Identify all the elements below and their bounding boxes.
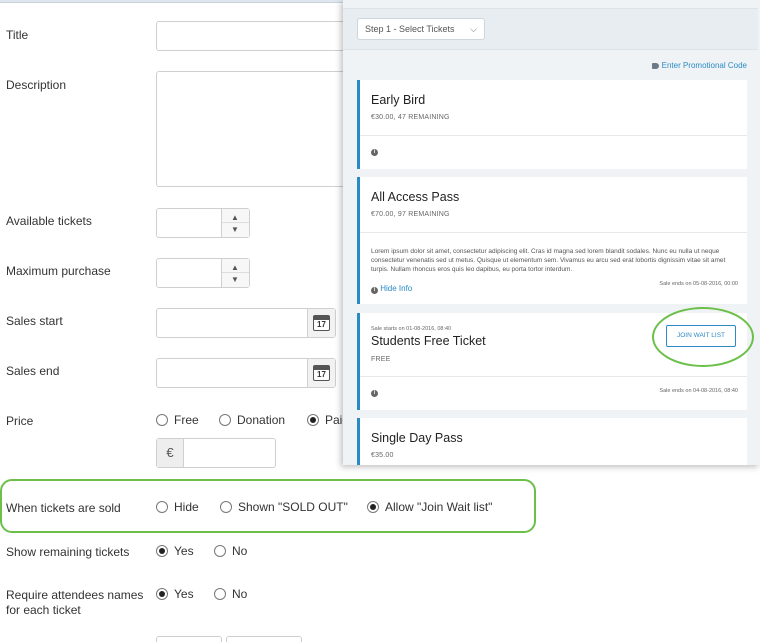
cut-off-input[interactable] [156,636,222,642]
form-top-border [0,0,350,3]
ticket-name: Early Bird [371,93,426,107]
radio-selected-icon[interactable] [367,501,379,513]
ticket-price: €30.00, 47 REMAINING [371,114,450,121]
ticket-name: Students Free Ticket [371,334,486,348]
radio-icon[interactable] [156,501,168,513]
price-amount-input[interactable]: € [156,438,276,468]
promo-code-link[interactable]: Enter Promotional Code [651,61,747,70]
description-label: Description [6,78,67,92]
card-divider [360,232,747,233]
radio-icon[interactable] [156,414,168,426]
ticket-name: All Access Pass [371,190,460,204]
require-names-option-no[interactable]: No [214,587,247,601]
maximum-purchase-stepper[interactable]: ▲ ▼ [156,258,250,288]
title-label: Title [6,28,29,42]
radio-icon[interactable] [219,414,231,426]
show-remaining-option-no[interactable]: No [214,544,247,558]
card-divider [360,135,747,136]
ticket-price: FREE [371,356,391,363]
radio-selected-icon[interactable] [156,545,168,557]
available-tickets-label: Available tickets [6,214,92,228]
radio-icon[interactable] [214,545,226,557]
radio-selected-icon[interactable] [156,588,168,600]
price-option-donation[interactable]: Donation [219,413,285,427]
decrement-arrow-icon[interactable]: ▼ [231,276,239,284]
increment-arrow-icon[interactable]: ▲ [231,214,239,222]
ticket-name: Single Day Pass [371,431,463,445]
stepper-buttons[interactable]: ▲ ▼ [221,209,249,237]
radio-icon[interactable] [214,588,226,600]
sales-end-label: Sales end [6,364,60,378]
calendar-icon: 17 [313,365,330,381]
available-tickets-stepper[interactable]: ▲ ▼ [156,208,250,238]
when-sold-label: When tickets are sold [6,501,121,515]
info-icon[interactable]: i [371,390,378,397]
euro-currency-addon: € [157,439,184,467]
maximum-purchase-label: Maximum purchase [6,264,111,278]
ticket-price: €35.00 [371,452,394,459]
sale-ends-text: Sale ends on 05-08-2016, 00:00 [659,281,738,287]
hide-info-link[interactable]: i Hide Info [371,284,412,294]
info-icon: i [371,287,378,294]
sales-start-calendar-button[interactable]: 17 [307,309,335,337]
description-textarea[interactable] [156,71,356,187]
when-sold-option-wait-list[interactable]: Allow "Join Wait list" [367,500,492,514]
sales-end-calendar-button[interactable]: 17 [307,359,335,387]
sales-end-date-input[interactable]: 17 [156,358,336,388]
info-icon[interactable]: i [371,149,378,156]
require-names-option-yes[interactable]: Yes [156,587,194,601]
ticket-price: €70.00, 97 REMAINING [371,211,450,218]
price-label: Price [6,414,34,428]
when-sold-option-sold-out[interactable]: Shown "SOLD OUT" [220,500,348,514]
when-sold-option-hide[interactable]: Hide [156,500,199,514]
tag-icon [651,63,659,69]
increment-arrow-icon[interactable]: ▲ [231,264,239,272]
show-remaining-option-yes[interactable]: Yes [156,544,194,558]
sales-start-date-input[interactable]: 17 [156,308,336,338]
title-input[interactable] [156,21,356,51]
preview-header: Step 1 - Select Tickets ⌵ [343,8,758,50]
ticket-description: Lorem ipsum dolor sit amet, consectetur … [371,248,726,273]
highlight-oval-wait-list [652,307,754,367]
stepper-divider [222,222,249,223]
sale-ends-text: Sale ends on 04-08-2016, 08:40 [659,388,738,394]
radio-icon[interactable] [220,501,232,513]
stepper-buttons[interactable]: ▲ ▼ [221,259,249,287]
decrement-arrow-icon[interactable]: ▼ [231,226,239,234]
card-divider [360,376,747,377]
show-remaining-label: Show remaining tickets [6,545,130,559]
ticket-preview-panel: Step 1 - Select Tickets ⌵ Enter Promotio… [343,0,760,465]
chevron-down-icon: ⌵ [470,24,477,34]
price-option-free[interactable]: Free [156,413,199,427]
calendar-icon: 17 [313,315,330,331]
sales-start-label: Sales start [6,314,63,328]
step-select-dropdown[interactable]: Step 1 - Select Tickets ⌵ [357,18,485,40]
sale-starts-text: Sale starts on 01-08-2016, 08:40 [371,326,452,332]
stepper-divider [222,272,249,273]
ticket-card-single-day: Single Day Pass €35.00 [357,418,747,465]
ticket-card-all-access: All Access Pass €70.00, 97 REMAINING Lor… [357,177,747,304]
cut-off-input[interactable] [226,636,302,642]
radio-selected-icon[interactable] [307,414,319,426]
ticket-card-early-bird: Early Bird €30.00, 47 REMAINING i [357,80,747,169]
require-names-label: Require attendees names for each ticket [6,588,144,617]
